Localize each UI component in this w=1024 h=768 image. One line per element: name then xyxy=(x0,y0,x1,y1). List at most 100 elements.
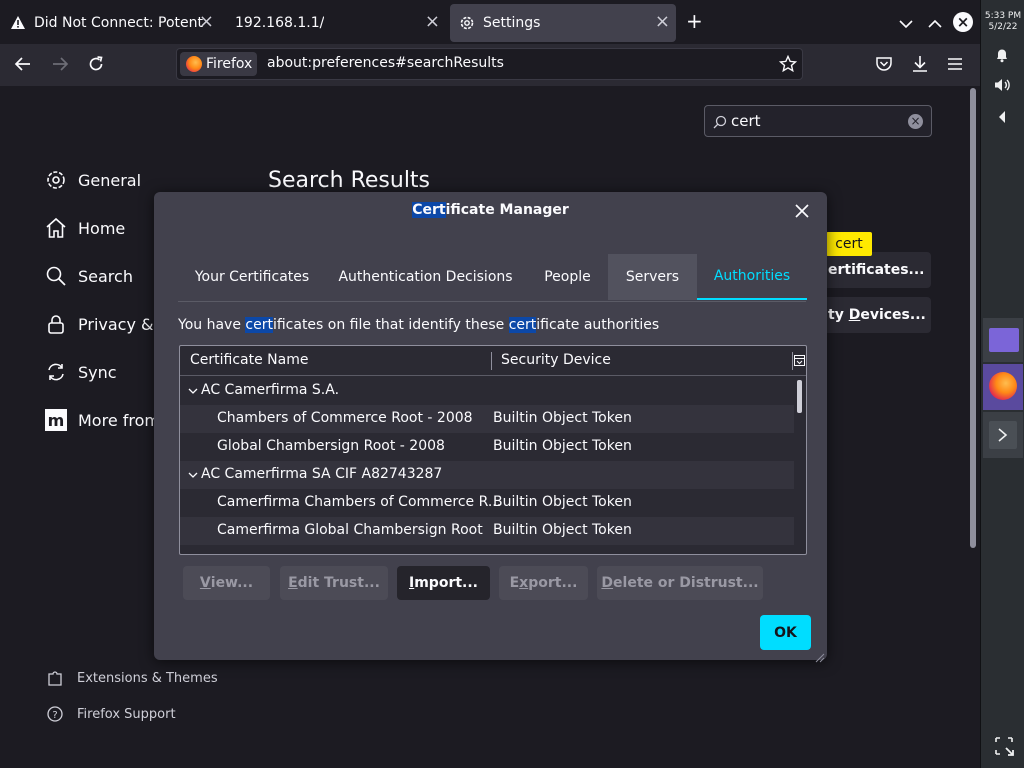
help-icon: ? xyxy=(46,705,64,723)
category-search[interactable]: Search xyxy=(44,264,133,288)
new-tab-icon[interactable]: + xyxy=(686,11,703,31)
tree-scrollbar-thumb[interactable] xyxy=(797,380,802,413)
sync-icon xyxy=(44,360,68,384)
task-firefox[interactable] xyxy=(983,364,1023,410)
expand-tray-icon[interactable] xyxy=(998,108,1006,127)
downloads-icon[interactable] xyxy=(911,55,929,77)
category-home[interactable]: Home xyxy=(44,216,125,240)
certificate-name: Global Chambersign Root - 2008 xyxy=(217,438,445,454)
preferences-search-input[interactable]: cert × xyxy=(704,105,932,137)
group-name: AC Camerfirma SA CIF A82743287 xyxy=(201,466,443,482)
warning-icon xyxy=(10,15,26,31)
category-general[interactable]: General xyxy=(44,168,141,192)
category-more-from-mozilla[interactable]: m More from xyxy=(44,408,160,432)
certificate-tree[interactable]: Certificate Name Security Device AC Came… xyxy=(179,345,807,555)
svg-text:?: ? xyxy=(52,710,57,721)
tab-people[interactable]: People xyxy=(533,254,602,300)
button-label: ertificates... xyxy=(828,262,925,278)
resize-grip-icon[interactable] xyxy=(815,648,825,667)
button-label: ty Devices... xyxy=(828,307,926,323)
launcher-icon[interactable] xyxy=(992,734,1016,762)
search-value: cert xyxy=(731,112,761,130)
category-label: Sync xyxy=(78,362,117,382)
column-certificate-name[interactable]: Certificate Name xyxy=(190,352,308,368)
close-tab-icon[interactable]: × xyxy=(425,13,440,31)
close-tab-icon[interactable]: × xyxy=(655,13,670,31)
column-security-device[interactable]: Security Device xyxy=(501,352,611,368)
view-button[interactable]: View... xyxy=(183,566,270,600)
tree-row[interactable]: Camerfirma Chambers of Commerce R... Bui… xyxy=(180,489,794,517)
gear-icon xyxy=(44,168,68,192)
close-tab-icon[interactable]: × xyxy=(199,13,214,31)
tab-authentication-decisions[interactable]: Authentication Decisions xyxy=(336,254,515,300)
firefox-support-link[interactable]: ? Firefox Support xyxy=(46,705,176,723)
close-icon[interactable] xyxy=(794,200,810,225)
tree-row[interactable]: Camerfirma Global Chambersign Root Built… xyxy=(180,517,794,545)
tree-group-row[interactable]: AC Camerfirma S.A. xyxy=(180,377,794,405)
column-picker-icon[interactable] xyxy=(794,354,805,370)
security-device: Builtin Object Token xyxy=(493,410,632,426)
page-scrollbar[interactable] xyxy=(970,88,976,548)
column-divider[interactable] xyxy=(491,352,492,370)
home-icon xyxy=(44,216,68,240)
volume-icon[interactable] xyxy=(994,77,1012,97)
ok-button[interactable]: OK xyxy=(760,615,811,650)
chevron-down-icon[interactable] xyxy=(188,468,198,484)
tab-divider xyxy=(178,301,806,302)
dialog-title: Certificate Manager xyxy=(412,202,569,218)
certificate-manager-dialog: Certificate Manager Your Certificates Au… xyxy=(154,192,827,663)
security-device: Builtin Object Token xyxy=(493,438,632,454)
back-icon[interactable] xyxy=(14,55,32,77)
extensions-themes-link[interactable]: Extensions & Themes xyxy=(46,669,218,687)
export-button[interactable]: Ex port... xyxy=(499,566,588,600)
tab-authorities[interactable]: Authorities xyxy=(697,254,807,300)
column-divider xyxy=(792,352,793,370)
tab-router[interactable]: 192.168.1.1/ × xyxy=(222,4,446,42)
task-file-manager[interactable] xyxy=(983,318,1023,362)
tab-servers[interactable]: Servers xyxy=(608,254,697,300)
tab-label: Settings xyxy=(483,15,541,31)
certificate-name: Camerfirma Chambers of Commerce R... xyxy=(217,494,502,510)
system-panel: 5:33 PM 5/2/22 xyxy=(980,0,1024,768)
url-text[interactable]: about:preferences#searchResults xyxy=(267,55,504,71)
import-button[interactable]: Import... xyxy=(397,566,490,600)
footer-label: Firefox Support xyxy=(77,706,176,722)
edit-trust-button[interactable]: Edit Trust... xyxy=(280,566,388,600)
tab-settings[interactable]: Settings × xyxy=(450,4,676,42)
category-sync[interactable]: Sync xyxy=(44,360,117,384)
forward-icon[interactable] xyxy=(51,55,69,77)
tree-row[interactable]: Chambers of Commerce Root - 2008 Builtin… xyxy=(180,405,794,433)
chevron-down-icon[interactable] xyxy=(188,384,198,400)
folder-icon xyxy=(989,328,1019,352)
close-window-icon[interactable]: × xyxy=(953,12,973,32)
category-label: Home xyxy=(78,218,126,238)
chevron-down-icon[interactable] xyxy=(899,14,913,33)
chevron-up-icon[interactable] xyxy=(928,14,942,33)
menu-icon[interactable] xyxy=(947,56,963,75)
reload-icon[interactable] xyxy=(87,55,105,77)
identity-box[interactable]: Firefox xyxy=(180,52,257,76)
category-privacy[interactable]: Privacy & S xyxy=(44,312,169,336)
delete-or-distrust-button[interactable]: Delete or Distrust... xyxy=(597,566,763,600)
tree-row[interactable]: Global Chambersign Root - 2008 Builtin O… xyxy=(180,433,794,461)
tab-did-not-connect[interactable]: Did Not Connect: Potential × xyxy=(0,4,220,42)
security-devices-button[interactable]: ty Devices... xyxy=(812,297,931,333)
tab-label: Did Not Connect: Potential xyxy=(34,15,204,31)
tree-group-row[interactable]: AC Camerfirma SA CIF A82743287 xyxy=(180,461,794,489)
search-icon xyxy=(713,114,727,133)
tab-label: 192.168.1.1/ xyxy=(235,15,325,31)
search-icon xyxy=(44,264,68,288)
firefox-logo-icon xyxy=(186,56,202,72)
firefox-logo-icon xyxy=(989,372,1017,400)
mozilla-icon: m xyxy=(44,408,68,432)
bookmark-star-icon[interactable] xyxy=(778,54,798,77)
clock-time: 5:33 PM xyxy=(984,11,1022,21)
tab-your-certificates[interactable]: Your Certificates xyxy=(186,254,318,300)
task-terminal[interactable] xyxy=(983,412,1023,458)
clear-search-icon[interactable]: × xyxy=(908,114,923,129)
notifications-icon[interactable] xyxy=(994,47,1010,67)
terminal-icon xyxy=(989,421,1017,449)
view-certificates-button[interactable]: ertificates... xyxy=(812,252,931,288)
group-name: AC Camerfirma S.A. xyxy=(201,382,340,398)
pocket-icon[interactable] xyxy=(875,55,893,77)
